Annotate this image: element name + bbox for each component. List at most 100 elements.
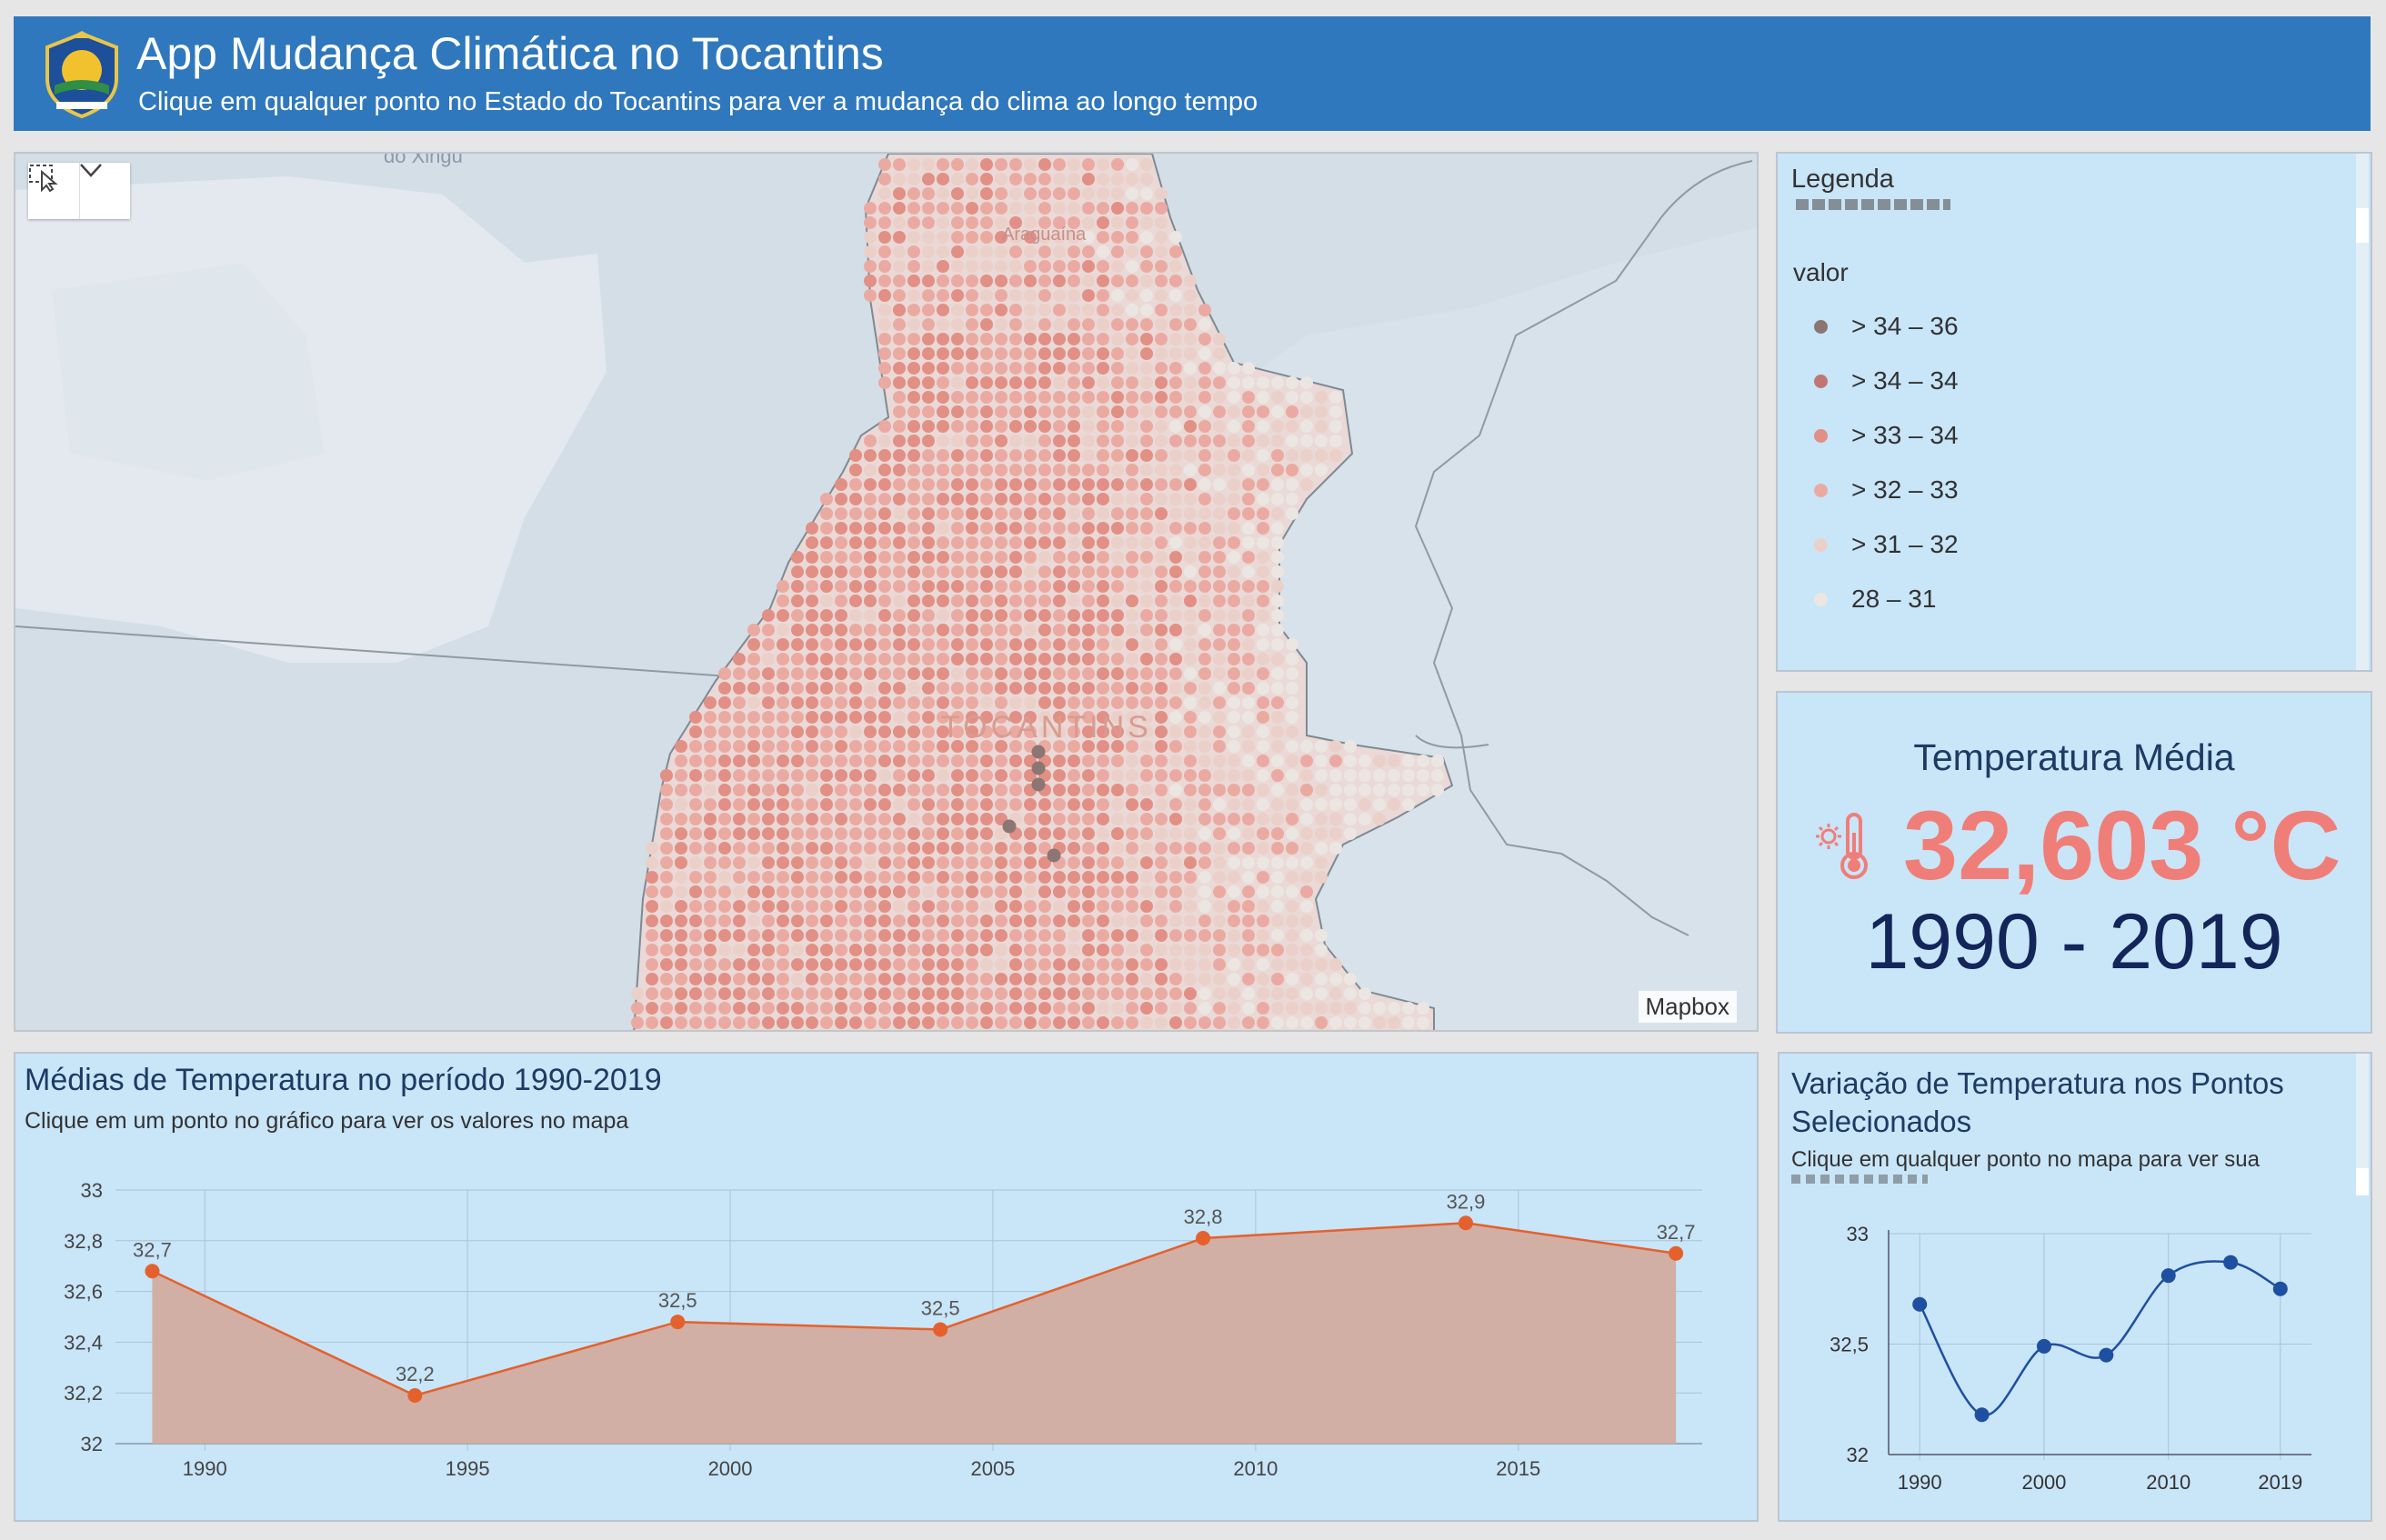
temperature-point[interactable]: [1126, 304, 1138, 316]
temperature-point[interactable]: [733, 711, 746, 724]
temperature-point[interactable]: [864, 813, 877, 825]
temperature-point[interactable]: [1329, 987, 1342, 1000]
temperature-point[interactable]: [1242, 405, 1255, 418]
temperature-point[interactable]: [1184, 609, 1197, 622]
temperature-point[interactable]: [1402, 1002, 1415, 1015]
temperature-point[interactable]: [1140, 507, 1153, 520]
temperature-point[interactable]: [937, 405, 949, 418]
temperature-point[interactable]: [878, 260, 891, 273]
temperature-point[interactable]: [1257, 944, 1269, 956]
temperature-point[interactable]: [1097, 522, 1109, 535]
temperature-point[interactable]: [1126, 449, 1138, 462]
temperature-point[interactable]: [1082, 158, 1095, 171]
temperature-point[interactable]: [1082, 202, 1095, 215]
temperature-point[interactable]: [907, 362, 920, 375]
temperature-point[interactable]: [1038, 595, 1051, 607]
temperature-point[interactable]: [1097, 478, 1109, 491]
temperature-point[interactable]: [980, 333, 993, 345]
temperature-point[interactable]: [1228, 362, 1240, 375]
temperature-point[interactable]: [733, 784, 746, 796]
temperature-point[interactable]: [675, 973, 687, 985]
temperature-point[interactable]: [1097, 813, 1109, 825]
temperature-point[interactable]: [907, 900, 920, 913]
temperature-point[interactable]: [1140, 929, 1153, 942]
temperature-point[interactable]: [864, 245, 877, 258]
temperature-point[interactable]: [1068, 624, 1080, 636]
temperature-point[interactable]: [1068, 958, 1080, 971]
temperature-point[interactable]: [806, 609, 818, 622]
temperature-point[interactable]: [1009, 580, 1022, 593]
temperature-point[interactable]: [1053, 376, 1066, 389]
temperature-point[interactable]: [1286, 391, 1298, 404]
temperature-point[interactable]: [1300, 405, 1313, 418]
temperature-point[interactable]: [966, 755, 978, 767]
temperature-point[interactable]: [733, 827, 746, 840]
temperature-point[interactable]: [1228, 405, 1240, 418]
temperature-point[interactable]: [1140, 915, 1153, 927]
temperature-point[interactable]: [835, 740, 847, 753]
temperature-point[interactable]: [820, 871, 833, 884]
temperature-point[interactable]: [1009, 333, 1022, 345]
temperature-point[interactable]: [1024, 813, 1037, 825]
temperature-point[interactable]: [1068, 435, 1080, 447]
temperature-point[interactable]: [1286, 929, 1298, 942]
temperature-point[interactable]: [1242, 507, 1255, 520]
temperature-point[interactable]: [660, 958, 673, 971]
temperature-point[interactable]: [835, 1016, 847, 1029]
temperature-point[interactable]: [1140, 973, 1153, 985]
temperature-point[interactable]: [980, 187, 993, 200]
temperature-point[interactable]: [733, 653, 746, 665]
temperature-point[interactable]: [907, 507, 920, 520]
temperature-point[interactable]: [806, 915, 818, 927]
temperature-point[interactable]: [689, 725, 702, 738]
temperature-point[interactable]: [1358, 755, 1371, 767]
temperature-point[interactable]: [864, 958, 877, 971]
temperature-point[interactable]: [893, 464, 906, 476]
temperature-point[interactable]: [835, 711, 847, 724]
temperature-point[interactable]: [835, 842, 847, 855]
temperature-point[interactable]: [777, 915, 789, 927]
temperature-point[interactable]: [1213, 885, 1226, 898]
temperature-point[interactable]: [907, 304, 920, 316]
temperature-point[interactable]: [937, 464, 949, 476]
temperature-point[interactable]: [1242, 813, 1255, 825]
temperature-point[interactable]: [762, 842, 775, 855]
temperature-point[interactable]: [922, 435, 935, 447]
temperature-point[interactable]: [966, 158, 978, 171]
temperature-point[interactable]: [1024, 158, 1037, 171]
temperature-point[interactable]: [1213, 405, 1226, 418]
temperature-point[interactable]: [1169, 449, 1182, 462]
temperature-point[interactable]: [1388, 1002, 1400, 1015]
temperature-point[interactable]: [1271, 813, 1284, 825]
temperature-point[interactable]: [1038, 202, 1051, 215]
temperature-point[interactable]: [849, 813, 862, 825]
temperature-point[interactable]: [1242, 595, 1255, 607]
temperature-point[interactable]: [922, 769, 935, 782]
temperature-point[interactable]: [1228, 784, 1240, 796]
temperature-point[interactable]: [937, 1016, 949, 1029]
temperature-point[interactable]: [980, 464, 993, 476]
temperature-point[interactable]: [660, 871, 673, 884]
temperature-point[interactable]: [922, 391, 935, 404]
temperature-point[interactable]: [1184, 362, 1197, 375]
temperature-point[interactable]: [1097, 987, 1109, 1000]
temperature-point[interactable]: [1228, 565, 1240, 578]
temperature-point[interactable]: [820, 609, 833, 622]
temperature-point[interactable]: [835, 696, 847, 709]
temperature-point[interactable]: [966, 376, 978, 389]
temperature-point[interactable]: [1053, 449, 1066, 462]
temperature-point[interactable]: [893, 871, 906, 884]
temperature-point[interactable]: [1097, 667, 1109, 680]
temperature-point[interactable]: [1031, 777, 1046, 792]
temperature-point[interactable]: [1097, 347, 1109, 360]
temperature-point[interactable]: [1184, 405, 1197, 418]
temperature-point[interactable]: [1271, 885, 1284, 898]
temperature-point[interactable]: [762, 696, 775, 709]
temperature-point[interactable]: [777, 769, 789, 782]
temperature-point[interactable]: [1169, 245, 1182, 258]
temperature-point[interactable]: [1198, 304, 1211, 316]
temperature-point[interactable]: [966, 624, 978, 636]
temperature-point[interactable]: [704, 856, 717, 869]
temperature-point[interactable]: [893, 856, 906, 869]
temperature-point[interactable]: [1038, 435, 1051, 447]
